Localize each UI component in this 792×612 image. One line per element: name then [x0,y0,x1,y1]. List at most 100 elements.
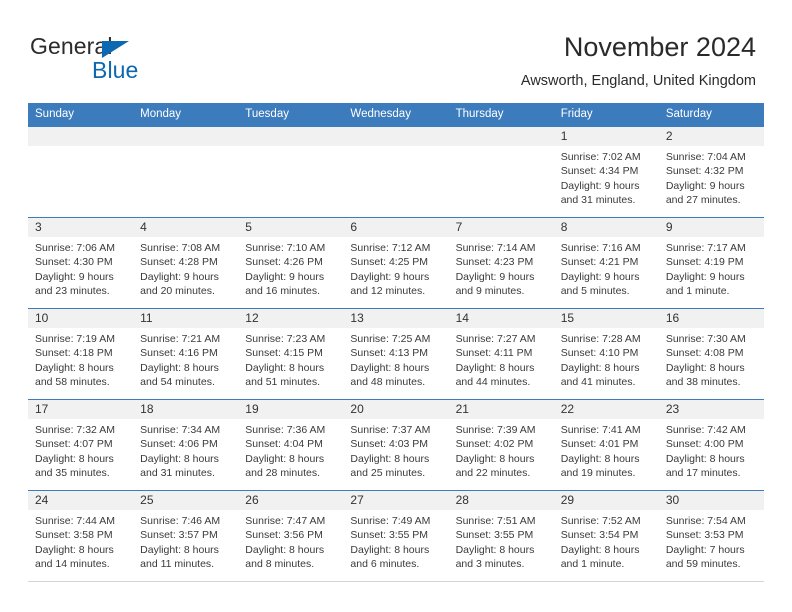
sunrise-time: Sunrise: 7:02 AM [560,151,641,163]
day-13: 13 Sunrise: 7:25 AM Sunset: 4:13 PM Dayligh… [343,309,449,399]
day-details: Sunrise: 7:02 AM Sunset: 4:34 PM Daylight:… [554,146,659,208]
day-22: 22 Sunrise: 7:41 AM Sunset: 4:01 PM Dayligh… [553,400,659,490]
calendar-day-cell[interactable]: 9 Sunrise: 7:17 AM Sunset: 4:19 PM Daylight… [658,217,764,309]
day-details: Sunrise: 7:39 AM Sunset: 4:02 PM Daylight:… [449,419,554,481]
calendar-day-cell[interactable]: 5 Sunrise: 7:10 AM Sunset: 4:26 PM Daylight… [238,217,344,309]
calendar-day-cell[interactable]: 1 Sunrise: 7:02 AM Sunset: 4:34 PM Daylight… [553,126,659,218]
empty-day [448,127,554,217]
calendar-day-cell[interactable]: 17 Sunrise: 7:32 AM Sunset: 4:07 PM Dayligh… [28,399,134,491]
calendar-day-cell[interactable]: 29 Sunrise: 7:52 AM Sunset: 3:54 PM Dayligh… [553,490,659,582]
calendar-day-cell[interactable]: 13 Sunrise: 7:25 AM Sunset: 4:13 PM Dayligh… [343,308,449,400]
empty-day [133,127,239,217]
day-6: 6 Sunrise: 7:12 AM Sunset: 4:25 PM Daylight… [343,218,449,308]
sunrise-time: Sunrise: 7:41 AM [560,424,641,436]
daylight-duration-line1: Daylight: 8 hours [560,543,640,556]
title-block: November 2024 Awsworth, England, United … [521,30,756,92]
calendar-day-cell[interactable]: 22 Sunrise: 7:41 AM Sunset: 4:01 PM Dayligh… [553,399,659,491]
sunrise-time: Sunrise: 7:10 AM [245,242,326,254]
day-3: 3 Sunrise: 7:06 AM Sunset: 4:30 PM Daylight… [28,218,134,308]
daylight-duration-line1: Daylight: 8 hours [350,452,430,465]
calendar-day-cell[interactable]: 14 Sunrise: 7:27 AM Sunset: 4:11 PM Dayligh… [448,308,554,400]
sunrise-time: Sunrise: 7:32 AM [35,424,115,436]
daylight-duration-line2: and 59 minutes. [665,558,741,571]
page-title: November 2024 [563,32,756,62]
calendar-day-cell[interactable] [28,126,134,218]
sunrise-time: Sunrise: 7:49 AM [350,515,431,527]
calendar-day-cell[interactable]: 10 Sunrise: 7:19 AM Sunset: 4:18 PM Dayligh… [28,308,134,400]
day-20: 20 Sunrise: 7:37 AM Sunset: 4:03 PM Dayligh… [343,400,449,490]
calendar-day-cell[interactable]: 28 Sunrise: 7:51 AM Sunset: 3:55 PM Dayligh… [448,490,554,582]
sunrise-time: Sunrise: 7:12 AM [350,242,431,254]
calendar-day-cell[interactable] [133,126,239,218]
calendar-week-row: 24 Sunrise: 7:44 AM Sunset: 3:58 PM Dayligh… [28,490,764,582]
calendar-day-cell[interactable]: 25 Sunrise: 7:46 AM Sunset: 3:57 PM Dayligh… [133,490,239,582]
daylight-duration-line2: and 31 minutes. [560,194,636,207]
daylight-duration-line1: Daylight: 9 hours [455,270,535,283]
daylight-duration-line1: Daylight: 8 hours [665,361,745,374]
empty-day [343,127,449,217]
day-16: 16 Sunrise: 7:30 AM Sunset: 4:08 PM Dayligh… [658,309,764,399]
calendar-day-cell[interactable]: 12 Sunrise: 7:23 AM Sunset: 4:15 PM Dayligh… [238,308,344,400]
calendar-day-cell[interactable] [448,126,554,218]
calendar-day-cell[interactable]: 23 Sunrise: 7:42 AM Sunset: 4:00 PM Dayligh… [658,399,764,491]
calendar-day-cell[interactable]: 16 Sunrise: 7:30 AM Sunset: 4:08 PM Dayligh… [658,308,764,400]
empty-day [238,127,344,217]
day-details: Sunrise: 7:06 AM Sunset: 4:30 PM Daylight:… [28,237,133,299]
calendar-day-cell[interactable]: 4 Sunrise: 7:08 AM Sunset: 4:28 PM Daylight… [133,217,239,309]
calendar-day-cell[interactable]: 15 Sunrise: 7:28 AM Sunset: 4:10 PM Dayligh… [553,308,659,400]
calendar-day-cell[interactable]: 2 Sunrise: 7:04 AM Sunset: 4:32 PM Daylight… [658,126,764,218]
sunrise-time: Sunrise: 7:39 AM [455,424,536,436]
daylight-duration-line1: Daylight: 8 hours [455,361,535,374]
day-details: Sunrise: 7:23 AM Sunset: 4:15 PM Daylight:… [238,328,343,390]
sunrise-time: Sunrise: 7:23 AM [245,333,326,345]
day-18: 18 Sunrise: 7:34 AM Sunset: 4:06 PM Dayligh… [133,400,239,490]
calendar-day-cell[interactable]: 11 Sunrise: 7:21 AM Sunset: 4:16 PM Dayligh… [133,308,239,400]
day-number: 27 [343,491,449,510]
calendar-day-cell[interactable]: 20 Sunrise: 7:37 AM Sunset: 4:03 PM Dayligh… [343,399,449,491]
calendar-day-cell[interactable]: 18 Sunrise: 7:34 AM Sunset: 4:06 PM Dayligh… [133,399,239,491]
calendar-day-cell[interactable]: 30 Sunrise: 7:54 AM Sunset: 3:53 PM Dayligh… [658,490,764,582]
day-details: Sunrise: 7:17 AM Sunset: 4:19 PM Daylight:… [659,237,764,299]
day-number: 26 [238,491,344,510]
sunset-time: Sunset: 3:54 PM [560,529,639,542]
calendar-week-row: 3 Sunrise: 7:06 AM Sunset: 4:30 PM Daylight… [28,217,764,309]
calendar-day-cell[interactable]: 21 Sunrise: 7:39 AM Sunset: 4:02 PM Dayligh… [448,399,554,491]
day-1: 1 Sunrise: 7:02 AM Sunset: 4:34 PM Daylight… [553,127,659,217]
day-number: 24 [28,491,134,510]
sunrise-sunset-calendar: Sunday Monday Tuesday Wednesday Thursday… [28,103,764,582]
sunset-time: Sunset: 3:56 PM [245,529,323,542]
calendar-day-cell[interactable]: 6 Sunrise: 7:12 AM Sunset: 4:25 PM Daylight… [343,217,449,309]
day-number [343,127,449,146]
sunset-time: Sunset: 4:08 PM [665,347,744,360]
calendar-day-cell[interactable]: 8 Sunrise: 7:16 AM Sunset: 4:21 PM Daylight… [553,217,659,309]
calendar-day-cell[interactable] [238,126,344,218]
general-blue-logo[interactable]: General Blue [30,33,210,85]
daylight-duration-line2: and 23 minutes. [35,285,110,298]
calendar-day-cell[interactable]: 24 Sunrise: 7:44 AM Sunset: 3:58 PM Dayligh… [28,490,134,582]
calendar-day-cell[interactable] [343,126,449,218]
sunrise-time: Sunrise: 7:52 AM [560,515,641,527]
sunrise-time: Sunrise: 7:25 AM [350,333,431,345]
sunset-time: Sunset: 4:18 PM [35,347,113,360]
daylight-duration-line2: and 54 minutes. [140,376,215,389]
day-number [28,127,134,146]
calendar-day-cell[interactable]: 3 Sunrise: 7:06 AM Sunset: 4:30 PM Daylight… [28,217,134,309]
daylight-duration-line2: and 41 minutes. [560,376,636,389]
daylight-duration-line1: Daylight: 8 hours [350,543,430,556]
daylight-duration-line1: Daylight: 9 hours [560,179,640,192]
day-number: 5 [238,218,344,237]
day-number: 12 [238,309,344,328]
sunset-time: Sunset: 4:23 PM [455,256,534,269]
sunset-time: Sunset: 4:16 PM [140,347,218,360]
day-number: 14 [448,309,554,328]
daylight-duration-line2: and 19 minutes. [560,467,636,480]
sunset-time: Sunset: 3:58 PM [35,529,113,542]
calendar-day-cell[interactable]: 26 Sunrise: 7:47 AM Sunset: 3:56 PM Dayligh… [238,490,344,582]
daylight-duration-line2: and 27 minutes. [665,194,741,207]
day-4: 4 Sunrise: 7:08 AM Sunset: 4:28 PM Daylight… [133,218,239,308]
calendar-day-cell[interactable]: 19 Sunrise: 7:36 AM Sunset: 4:04 PM Dayligh… [238,399,344,491]
calendar-day-cell[interactable]: 27 Sunrise: 7:49 AM Sunset: 3:55 PM Dayligh… [343,490,449,582]
day-number: 21 [448,400,554,419]
day-details: Sunrise: 7:27 AM Sunset: 4:11 PM Daylight:… [449,328,554,390]
calendar-day-cell[interactable]: 7 Sunrise: 7:14 AM Sunset: 4:23 PM Daylight… [448,217,554,309]
